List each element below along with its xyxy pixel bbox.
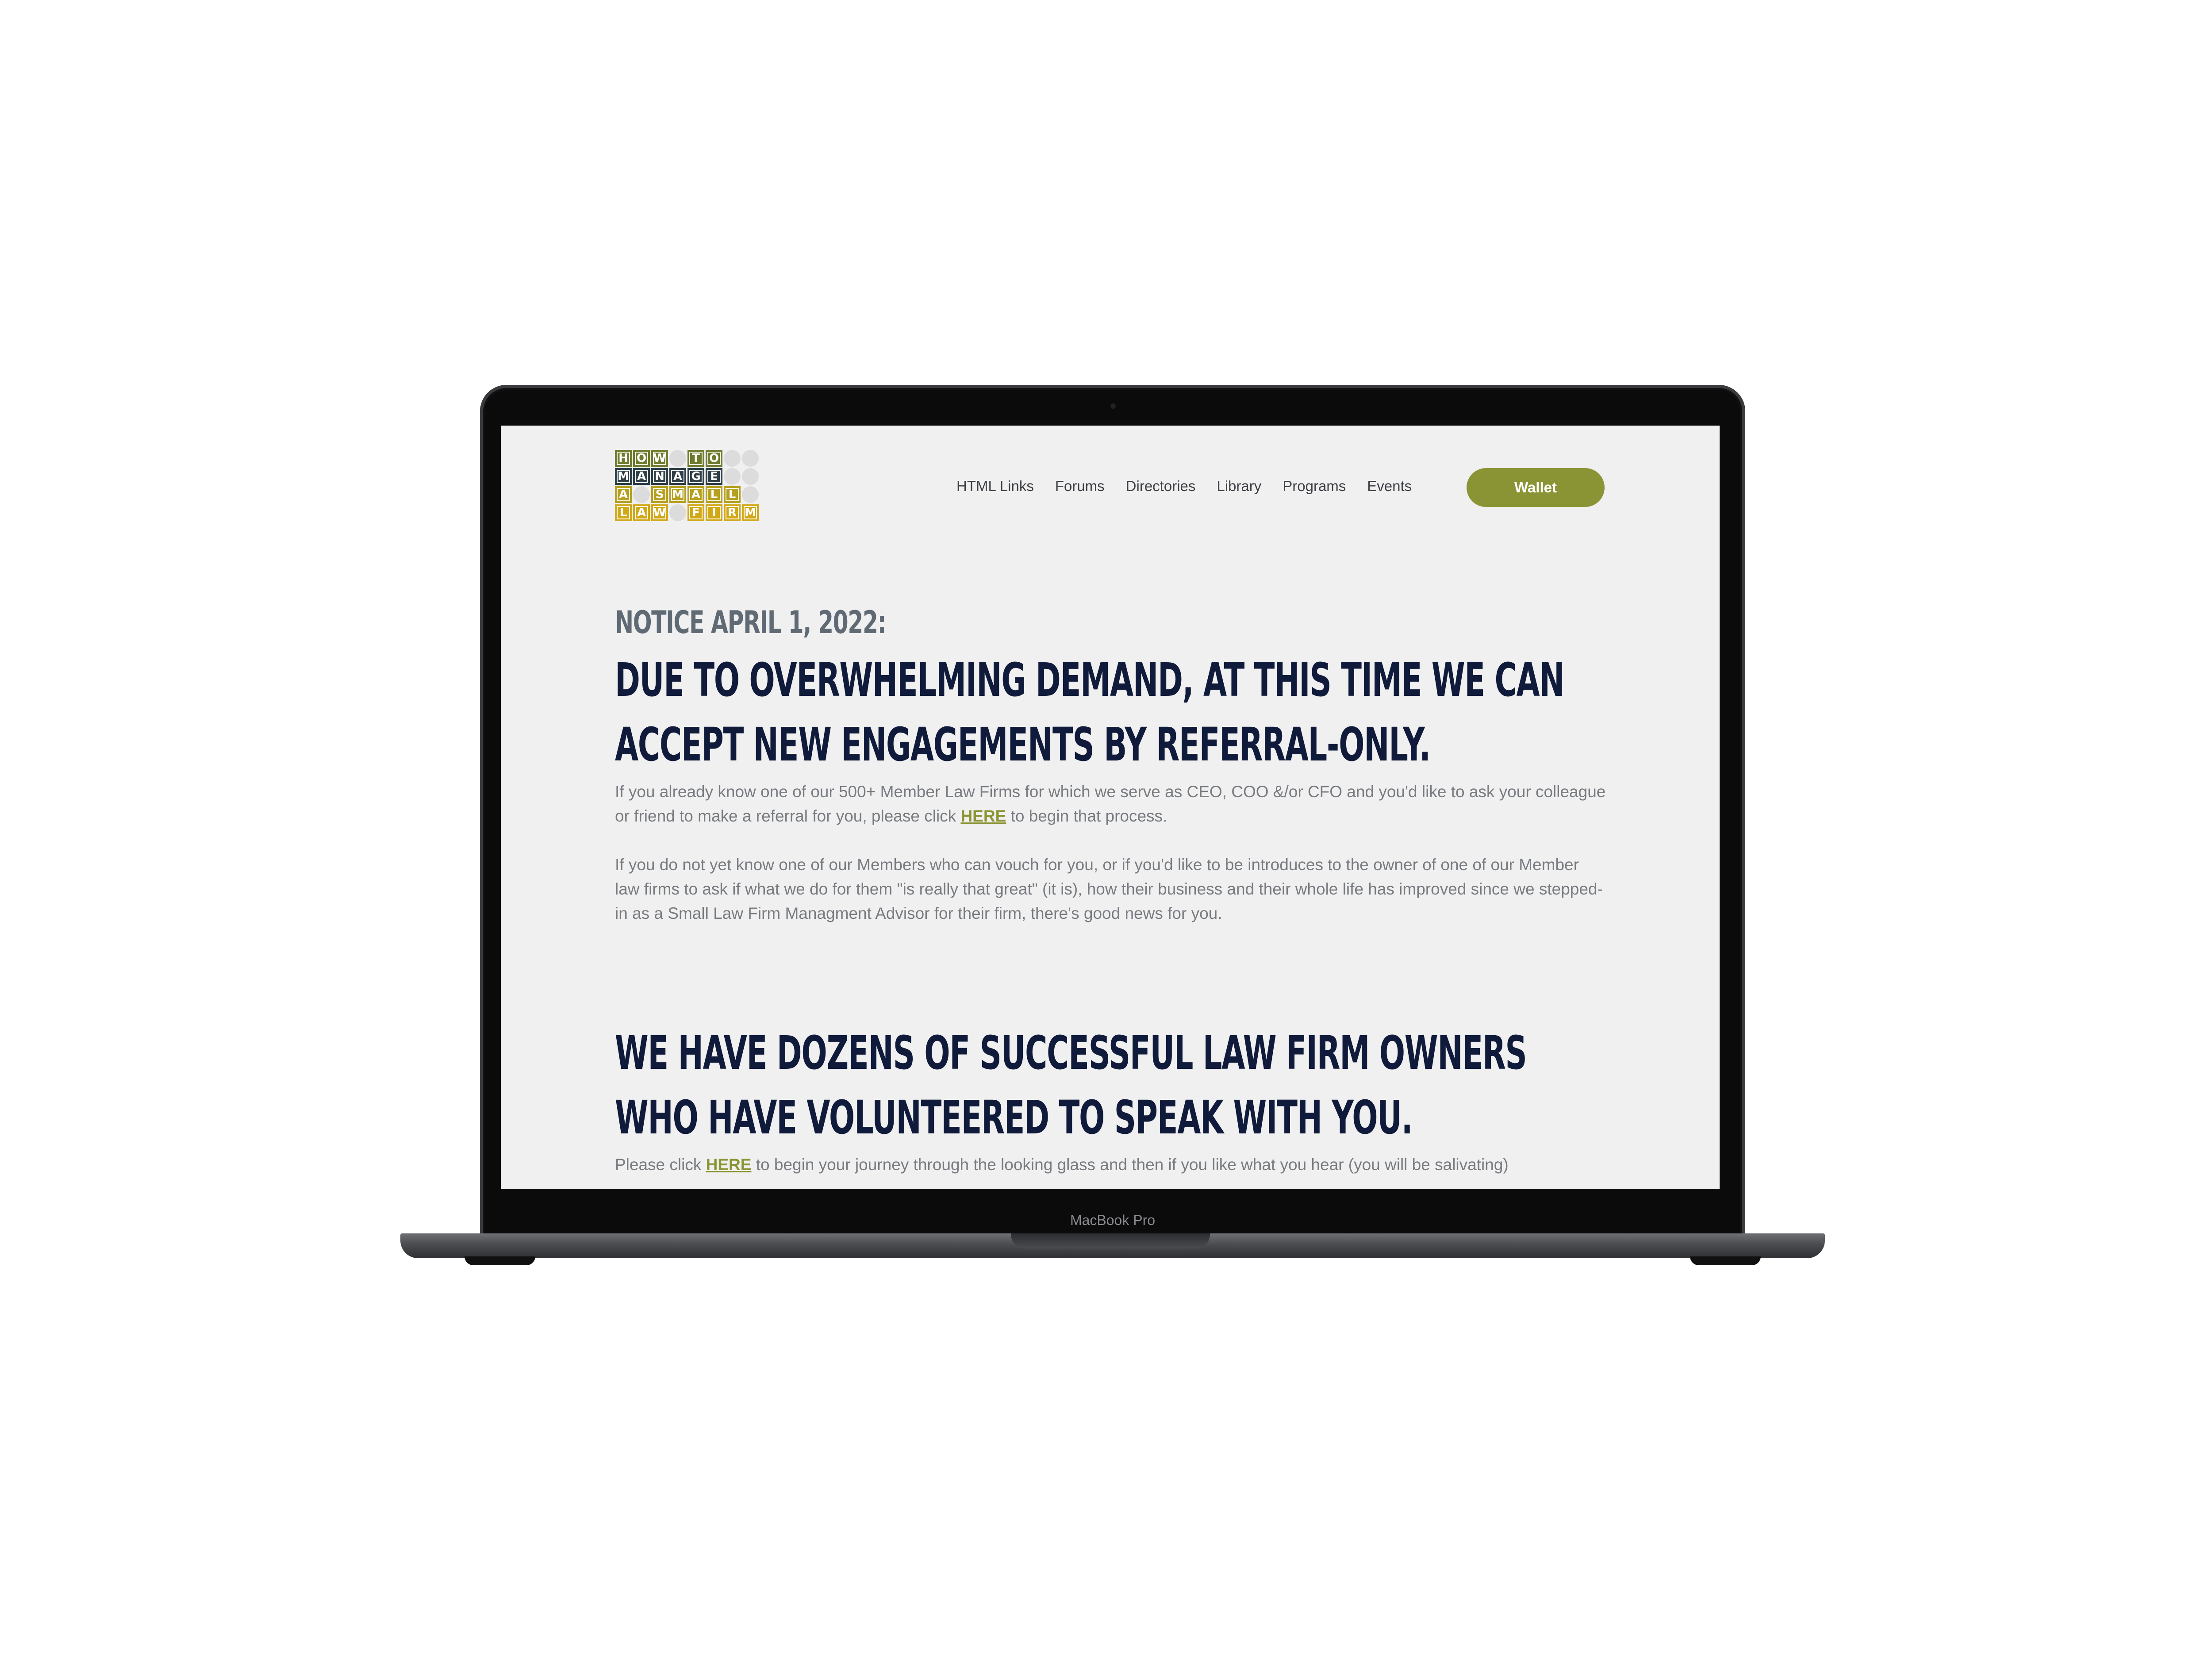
wallet-button[interactable]: Wallet [1467, 468, 1605, 507]
main-content: NOTICE APRIL 1, 2022: DUE TO OVERWHELMIN… [615, 607, 1606, 1177]
main-nav: HTML Links Forums Directories Library Pr… [956, 478, 1433, 495]
nav-item-programs[interactable]: Programs [1283, 478, 1346, 495]
logo-letter: E [706, 468, 722, 485]
stage: MacBook Pro HOWTOMANAGEASMALLLAWFIRM HTM… [0, 0, 2212, 1659]
nav-item-events[interactable]: Events [1367, 478, 1412, 495]
journey-paragraph: Please click HERE to begin your journey … [615, 1152, 1606, 1177]
logo-letter: L [724, 486, 741, 503]
referral-here-link[interactable]: HERE [960, 807, 1006, 825]
headline-volunteers-line-2: WHO HAVE VOLUNTEERED TO SPEAK WITH YOU. [615, 1091, 1413, 1144]
logo-dot [669, 504, 686, 521]
logo-letter: N [651, 468, 668, 485]
logo-row: LAW FIRM [615, 504, 759, 521]
site-logo[interactable]: HOWTOMANAGEASMALLLAWFIRM [615, 450, 759, 522]
logo-letter: F [687, 504, 704, 521]
logo-dot [724, 468, 741, 485]
logo-row: MANAGE [615, 468, 759, 485]
logo-dot [742, 450, 759, 467]
nav-item-html-links[interactable]: HTML Links [956, 478, 1034, 495]
logo-letter: M [742, 504, 759, 521]
headline-volunteers-line-1: WE HAVE DOZENS OF SUCCESSFUL LAW FIRM OW… [615, 1026, 1527, 1080]
logo-letter: G [687, 468, 704, 485]
logo-letter: W [651, 504, 668, 521]
logo-dot [742, 468, 759, 485]
logo-dot [669, 450, 686, 467]
logo-letter: L [706, 486, 722, 503]
laptop-foot-right [1690, 1256, 1761, 1265]
logo-letter: A [687, 486, 704, 503]
logo-letter: L [615, 504, 632, 521]
journey-text-end: to begin your journey through the lookin… [751, 1156, 1509, 1174]
logo-letter: M [615, 468, 632, 485]
logo-letter: O [633, 450, 650, 467]
logo-letter: T [687, 450, 704, 467]
headline-referral-line-2: ACCEPT NEW ENGAGEMENTS BY REFERRAL-ONLY. [615, 718, 1431, 772]
logo-letter: O [706, 450, 722, 467]
website-screen: HOWTOMANAGEASMALLLAWFIRM HTML Links Foru… [501, 426, 1720, 1189]
logo-letter: H [615, 450, 632, 467]
logo-row: HOWTO [615, 450, 759, 467]
journey-text-start: Please click [615, 1156, 706, 1174]
referral-text-end: to begin that process. [1006, 807, 1167, 825]
laptop-base [400, 1233, 1825, 1258]
notice-heading: NOTICE APRIL 1, 2022: [615, 604, 887, 641]
logo-letter: A [669, 468, 686, 485]
logo-letter: I [706, 504, 722, 521]
headline-referral-line-1: DUE TO OVERWHELMING DEMAND, AT THIS TIME… [615, 653, 1565, 707]
logo-letter: M [669, 486, 686, 503]
referral-paragraph: If you already know one of our 500+ Memb… [615, 780, 1606, 828]
logo-letter: A [633, 468, 650, 485]
logo-dot [633, 486, 650, 503]
nav-item-forums[interactable]: Forums [1055, 478, 1105, 495]
device-label: MacBook Pro [1070, 1212, 1156, 1228]
logo-row: ASMALL [615, 486, 759, 503]
logo-letter: W [651, 450, 668, 467]
journey-here-link[interactable]: HERE [706, 1156, 752, 1174]
logo-letter: R [724, 504, 741, 521]
logo-letter: A [615, 486, 632, 503]
nav-item-library[interactable]: Library [1217, 478, 1261, 495]
logo-letter: A [633, 504, 650, 521]
nav-item-directories[interactable]: Directories [1126, 478, 1196, 495]
logo-letter: S [651, 486, 668, 503]
logo-dot [742, 486, 759, 503]
camera-icon [1110, 403, 1116, 409]
laptop-foot-left [465, 1256, 535, 1265]
introduction-paragraph: If you do not yet know one of our Member… [615, 856, 1603, 922]
laptop-notch [1011, 1233, 1210, 1248]
logo-dot [724, 450, 741, 467]
